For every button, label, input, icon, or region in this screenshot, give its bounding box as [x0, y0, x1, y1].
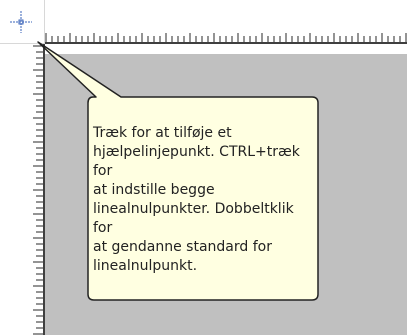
tooltip-text: Træk for at tilføje et hjælpelinjepunkt.…	[93, 125, 300, 274]
paper-edge	[45, 44, 407, 54]
ruler-corner[interactable]	[0, 0, 45, 44]
vertical-ruler-ticks	[33, 45, 43, 335]
ruler-origin-crosshair-icon[interactable]	[10, 11, 32, 33]
horizontal-ruler[interactable]	[45, 0, 407, 44]
drawing-workspace: Træk for at tilføje et hjælpelinjepunkt.…	[0, 0, 407, 335]
vertical-ruler[interactable]	[0, 44, 45, 335]
horizontal-ruler-ticks	[45, 33, 407, 42]
